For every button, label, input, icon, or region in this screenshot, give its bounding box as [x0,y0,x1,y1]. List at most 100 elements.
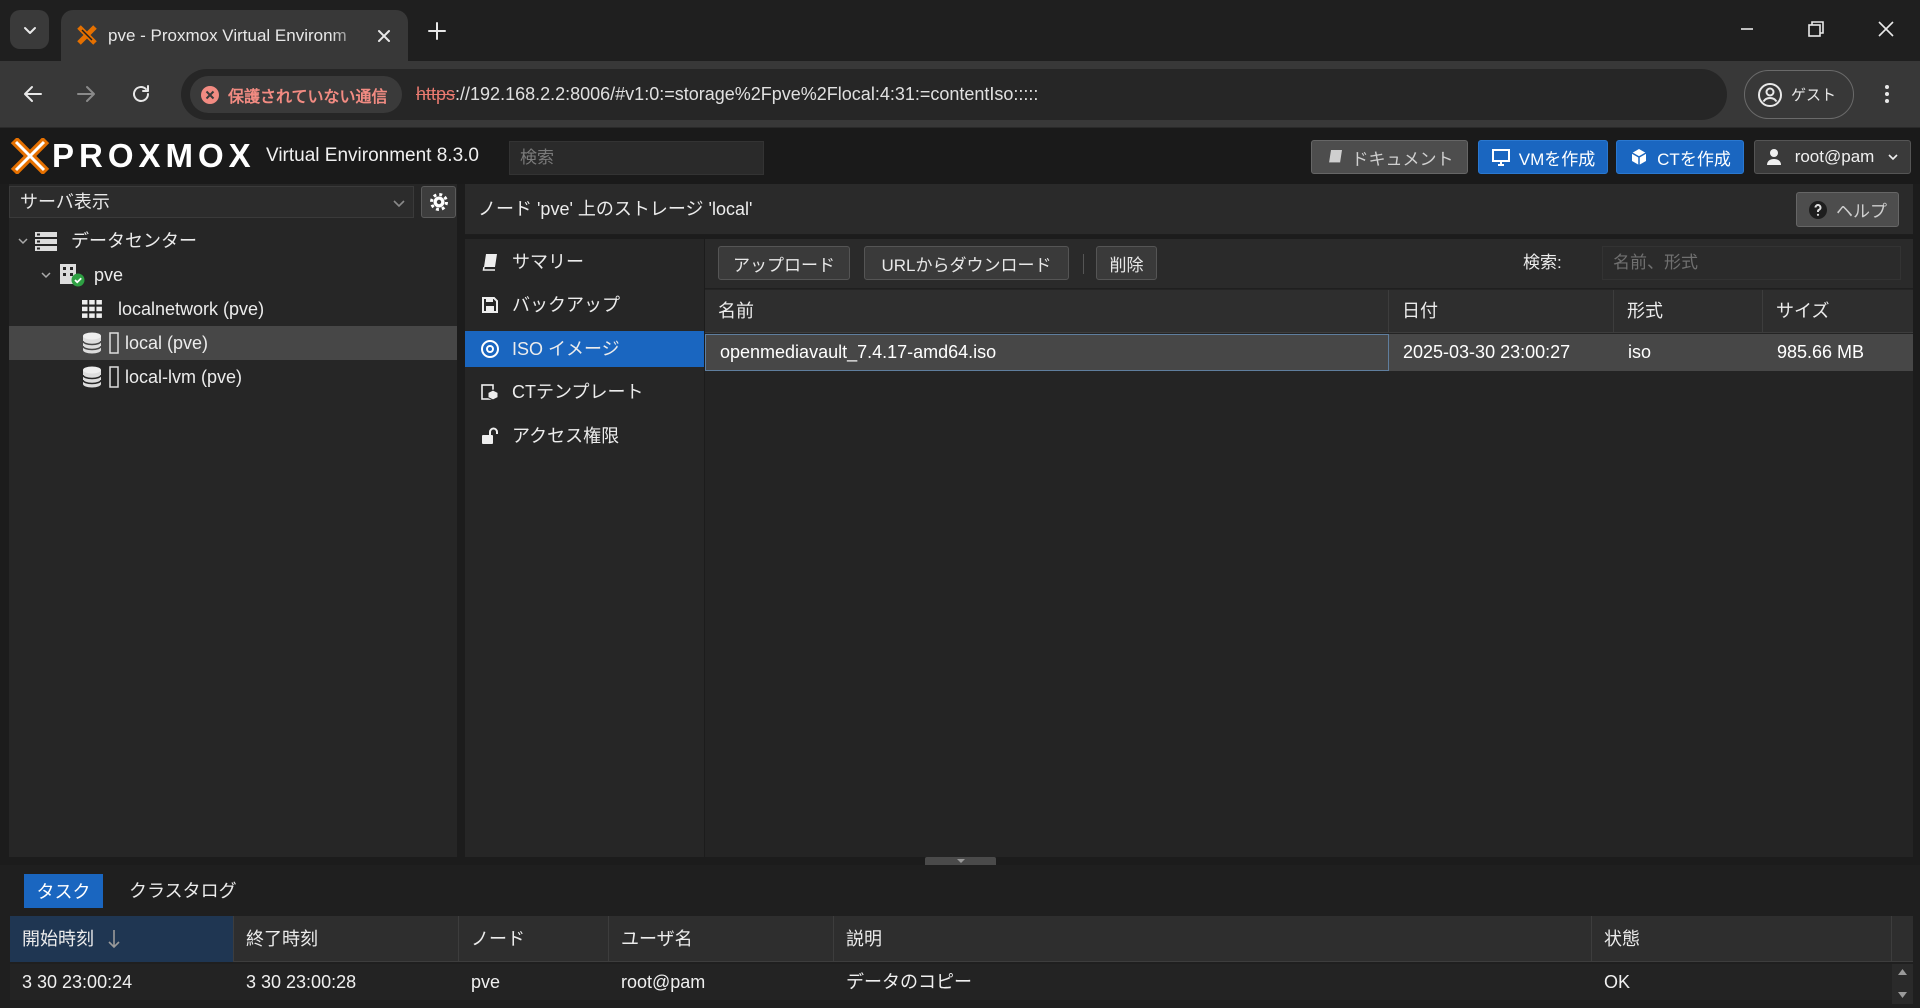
task-cell-end[interactable]: 3 30 23:00:28 [234,964,459,1000]
profile-icon [1757,82,1783,108]
window-restore-icon[interactable] [1804,17,1828,41]
tree-item-label: pve [94,265,124,285]
tree-item-storage-local-lvm[interactable]: local-lvm (pve) [9,360,457,394]
tree-settings-button[interactable] [421,186,456,218]
column-header-start-time[interactable]: 開始時刻 [10,916,234,962]
column-header-name[interactable]: 名前 [705,290,1389,333]
download-from-url-button[interactable]: URLからダウンロード [864,246,1069,280]
url-scheme: https [416,84,456,104]
panel-splitter-handle[interactable] [925,857,996,865]
window-minimize-icon[interactable] [1735,17,1759,41]
help-label: ヘルプ [1836,202,1887,221]
insecure-warning-icon [200,85,220,105]
scroll-up-icon[interactable] [1897,968,1908,976]
gear-icon [429,192,449,212]
nav-item-label: ISO イメージ [512,339,620,359]
scroll-down-icon[interactable] [1897,991,1908,999]
create-ct-button[interactable]: CTを作成 [1616,140,1744,174]
tree-item-localnetwork[interactable]: localnetwork (pve) [9,292,457,326]
documentation-button[interactable]: ドキュメント [1311,140,1468,174]
question-circle-icon [1808,200,1828,220]
column-header-format[interactable]: 形式 [1614,290,1763,333]
ct-template-icon [480,382,500,402]
tab-cluster-log[interactable]: クラスタログ [117,874,249,908]
nav-item-label: サマリー [512,252,584,272]
nav-item-ct-templates[interactable]: CTテンプレート [465,374,704,410]
profile-label: ゲスト [1791,87,1837,104]
storage-icon [81,331,103,355]
cell-date[interactable]: 2025-03-30 23:00:27 [1389,334,1614,371]
browser-menu-icon[interactable] [1880,82,1894,106]
user-label: root@pam [1794,147,1875,166]
view-selector[interactable]: サーバ表示 [9,186,414,218]
user-menu-button[interactable]: root@pam [1754,140,1911,174]
window-close-icon[interactable] [1874,17,1898,41]
column-header-node[interactable]: ノード [459,916,609,962]
task-cell-node[interactable]: pve [459,964,609,1000]
book-icon [480,252,500,272]
column-header-status[interactable]: 状態 [1592,916,1892,962]
tab-search-button[interactable] [10,10,49,49]
cell-name[interactable]: openmediavault_7.4.17-amd64.iso [705,334,1389,371]
book-icon [1326,148,1344,166]
tree-item-datacenter[interactable]: データセンター [9,224,457,258]
tab-title: pve - Proxmox Virtual Environm [108,26,347,45]
nav-item-label: CTテンプレート [512,382,644,402]
task-scrollbar[interactable] [1892,964,1913,1004]
column-header-user[interactable]: ユーザ名 [609,916,834,962]
tab-tasks[interactable]: タスク [24,874,103,908]
nav-item-label: バックアップ [512,295,620,315]
cell-format[interactable]: iso [1614,334,1763,371]
column-header-date[interactable]: 日付 [1389,290,1614,333]
task-cell-description[interactable]: データのコピー [834,964,1592,1000]
task-cell-user[interactable]: root@pam [609,964,834,1000]
disc-icon [480,339,500,359]
nav-item-summary[interactable]: サマリー [465,244,704,280]
proxmox-logo-icon [10,138,50,174]
task-cell-start[interactable]: 3 30 23:00:24 [10,964,234,1000]
column-header-size[interactable]: サイズ [1763,290,1913,333]
reload-icon[interactable] [129,82,153,106]
view-selector-value: サーバ表示 [20,192,110,212]
monitor-icon [1491,147,1511,167]
task-cell-status[interactable]: OK [1592,964,1892,1000]
grid-search-input[interactable] [1602,246,1901,280]
content-title-bar: ノード 'pve' 上のストレージ 'local' [465,184,1913,235]
tree-expand-chevron-icon[interactable] [17,235,29,247]
toolbar-separator [1083,254,1084,274]
upload-button[interactable]: アップロード [718,246,850,280]
proxmox-favicon-icon [75,23,99,47]
tree-item-node-pve[interactable]: pve [9,258,457,292]
unlock-icon [480,426,500,446]
column-header-end-time[interactable]: 終了時刻 [234,916,459,962]
help-button[interactable]: ヘルプ [1796,192,1899,227]
delete-button[interactable]: 削除 [1096,246,1157,280]
forward-arrow-icon[interactable] [74,82,98,106]
security-chip[interactable]: 保護されていない通信 [190,76,402,113]
nav-item-backup[interactable]: バックアップ [465,287,704,323]
chevron-down-icon [21,21,39,39]
profile-button[interactable]: ゲスト [1744,70,1854,119]
storage-status-icon [109,332,119,354]
browser-tab[interactable]: pve - Proxmox Virtual Environm [61,10,408,61]
column-header-description[interactable]: 説明 [834,916,1592,962]
security-label: 保護されていない通信 [228,88,388,106]
chevron-down-icon [392,196,406,210]
nav-item-permissions[interactable]: アクセス権限 [465,418,704,454]
back-arrow-icon[interactable] [21,82,45,106]
product-version: Virtual Environment 8.3.0 [266,145,479,166]
nav-item-iso-images[interactable]: ISO イメージ [465,331,704,367]
tree-item-label: データセンター [71,231,197,251]
tree-expand-chevron-icon[interactable] [40,269,52,281]
url-rest: ://192.168.2.2:8006/#v1:0:=storage%2Fpve… [455,84,1039,104]
tree-item-storage-local[interactable]: local (pve) [9,326,457,360]
datacenter-icon [34,231,58,251]
create-vm-button[interactable]: VMを作成 [1478,140,1608,174]
create-ct-label: CTを作成 [1657,149,1731,169]
global-search-input[interactable] [509,141,764,175]
new-tab-plus-icon[interactable] [426,20,448,42]
tab-close-icon[interactable] [374,26,394,46]
cell-size[interactable]: 985.66 MB [1763,334,1913,371]
tree-item-label: local-lvm (pve) [125,367,243,387]
url-text[interactable]: https://192.168.2.2:8006/#v1:0:=storage%… [416,69,1038,120]
